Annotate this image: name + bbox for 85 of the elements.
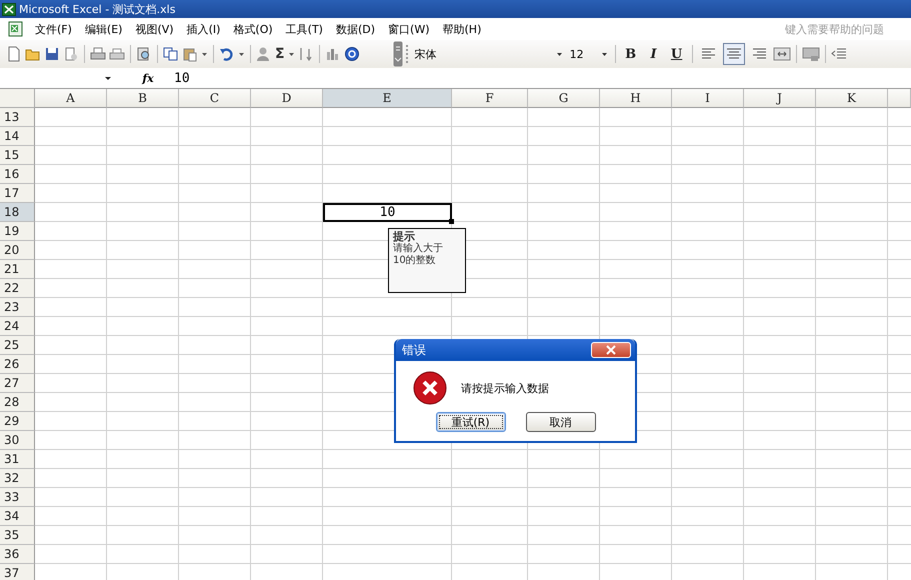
new-document-icon[interactable] <box>6 46 22 62</box>
row-header[interactable]: 29 <box>0 412 35 431</box>
help-icon[interactable] <box>344 46 360 62</box>
font-size-dropdown[interactable]: 12 <box>568 45 610 63</box>
error-icon <box>413 371 447 405</box>
caret-icon <box>556 50 563 58</box>
row-header[interactable]: 31 <box>0 450 35 469</box>
row-header[interactable]: 34 <box>0 507 35 526</box>
print-preview-icon[interactable] <box>109 46 125 62</box>
insert-function-button[interactable]: fx <box>122 72 174 84</box>
retry-button[interactable]: 重试(R) <box>436 412 506 432</box>
menu-item[interactable]: 文件(F) <box>30 22 80 36</box>
toolbar-grip-icon[interactable] <box>392 41 403 67</box>
align-center-icon[interactable] <box>722 43 745 65</box>
italic-button[interactable]: I <box>644 46 664 62</box>
menu-item[interactable]: 工具(T) <box>280 22 331 36</box>
dialog-message: 请按提示输入数据 <box>461 380 549 396</box>
row-header[interactable]: 26 <box>0 355 35 374</box>
column-header[interactable]: I <box>672 89 744 108</box>
sort-icon[interactable] <box>298 46 314 62</box>
column-header[interactable]: H <box>600 89 672 108</box>
row-header[interactable]: 27 <box>0 374 35 393</box>
menu-item[interactable]: 窗口(W) <box>383 22 438 36</box>
column-header[interactable]: B <box>107 89 179 108</box>
magnifier-icon[interactable] <box>136 46 152 62</box>
menu-item[interactable]: 视图(V) <box>130 22 182 36</box>
autosum-button[interactable]: Σ <box>275 46 285 62</box>
column-header[interactable]: J <box>744 89 816 108</box>
window-title: Microsoft Excel - 测试文档.xls <box>19 2 176 16</box>
row-header[interactable]: 37 <box>0 564 35 580</box>
close-button[interactable] <box>591 342 631 358</box>
dialog-title: 错误 <box>402 342 426 358</box>
underline-button[interactable]: U <box>666 46 687 62</box>
menu-item[interactable]: 帮助(H) <box>438 22 490 36</box>
column-header[interactable]: F <box>452 89 528 108</box>
menu-item[interactable]: 插入(I) <box>182 22 228 36</box>
row-header[interactable]: 28 <box>0 393 35 412</box>
document-icon[interactable] <box>63 46 79 62</box>
row-header[interactable]: 32 <box>0 469 35 488</box>
excel-logo-icon <box>2 2 16 16</box>
help-search-field[interactable]: 键入需要帮助的问题 <box>783 22 907 36</box>
menu-item[interactable]: 数据(D) <box>330 22 384 36</box>
row-header[interactable]: 24 <box>0 317 35 336</box>
column-header[interactable]: D <box>251 89 323 108</box>
column-header[interactable]: K <box>816 89 888 108</box>
active-cell[interactable]: 10 <box>323 203 452 222</box>
column-header[interactable]: G <box>528 89 600 108</box>
column-header[interactable]: E <box>323 89 452 108</box>
caret-icon <box>600 50 608 58</box>
workbook-icon[interactable] <box>8 21 24 37</box>
undo-icon[interactable] <box>219 46 235 62</box>
person-icon[interactable] <box>256 46 272 62</box>
tooltip-text: 请输入大于10的整数 <box>393 243 443 267</box>
row-header[interactable]: 25 <box>0 336 35 355</box>
column-header[interactable] <box>888 89 911 108</box>
row-header[interactable]: 17 <box>0 184 35 203</box>
bold-button[interactable]: B <box>620 46 641 62</box>
row-header[interactable]: 20 <box>0 241 35 260</box>
column-header[interactable]: C <box>179 89 251 108</box>
row-header[interactable]: 19 <box>0 222 35 241</box>
save-icon[interactable] <box>44 46 60 62</box>
merge-cells-icon[interactable] <box>772 46 791 62</box>
paste-icon[interactable] <box>182 46 198 62</box>
row-header[interactable]: 30 <box>0 431 35 450</box>
menu-item[interactable]: 格式(O) <box>228 22 281 36</box>
font-name-dropdown[interactable]: 宋体 <box>412 45 565 63</box>
row-header[interactable]: 14 <box>0 127 35 146</box>
column-header[interactable]: A <box>35 89 107 108</box>
copy-icon[interactable] <box>163 46 179 62</box>
row-header[interactable]: 16 <box>0 165 35 184</box>
row-header[interactable]: 22 <box>0 279 35 298</box>
caret-icon <box>104 74 112 82</box>
row-header[interactable]: 13 <box>0 108 35 127</box>
printer-icon[interactable] <box>90 46 106 62</box>
row-header[interactable]: 35 <box>0 526 35 545</box>
row-header[interactable]: 23 <box>0 298 35 317</box>
tooltip-title: 提示 <box>393 231 415 243</box>
menu-item[interactable]: 编辑(E) <box>80 22 130 36</box>
close-icon <box>605 345 617 355</box>
row-header[interactable]: 36 <box>0 545 35 564</box>
row-header[interactable]: 33 <box>0 488 35 507</box>
row-header[interactable]: 15 <box>0 146 35 165</box>
cancel-button[interactable]: 取消 <box>526 412 596 432</box>
row-header[interactable]: 21 <box>0 260 35 279</box>
row-header[interactable]: 18 <box>0 203 35 222</box>
